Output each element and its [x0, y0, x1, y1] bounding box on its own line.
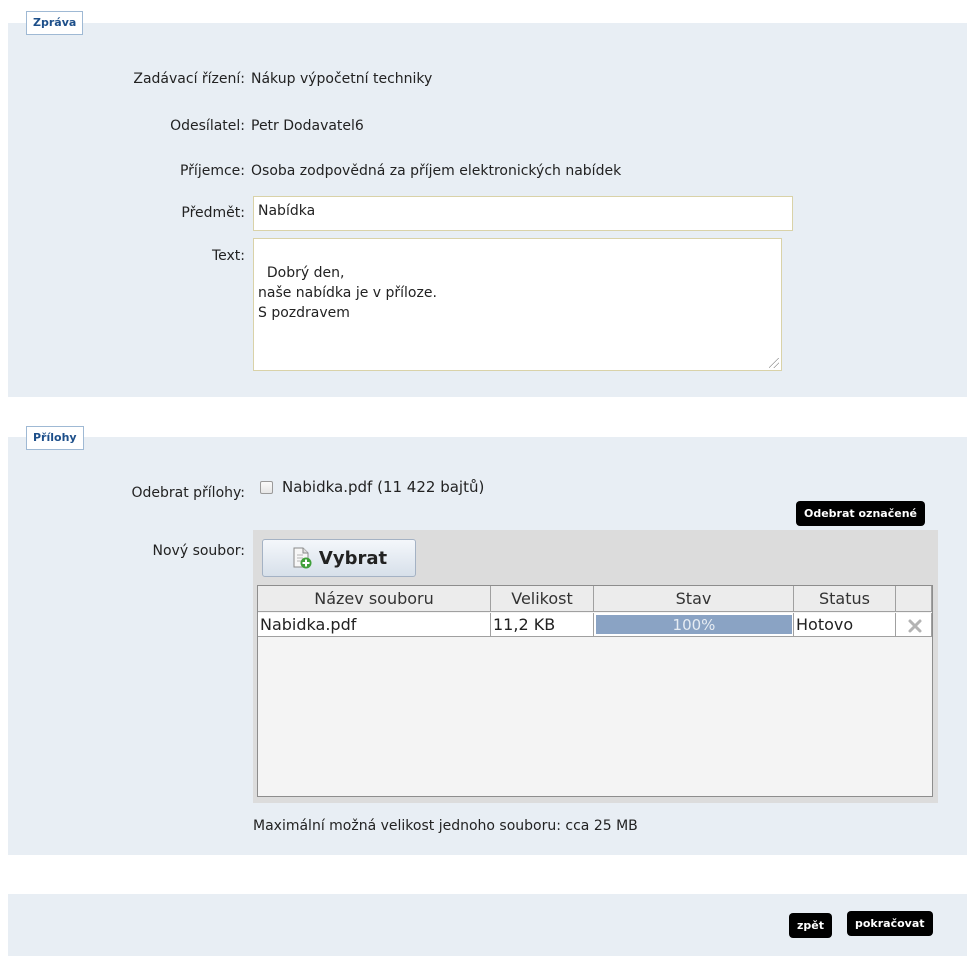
- procedure-value: Nákup výpočetní techniky: [251, 71, 433, 87]
- close-icon[interactable]: [907, 617, 923, 633]
- recipient-value: Osoba zodpovědná za příjem elektronickýc…: [251, 163, 622, 179]
- choose-file-label: Vybrat: [318, 547, 388, 569]
- column-header-status[interactable]: Status: [794, 586, 896, 612]
- sender-label: Odesílatel:: [170, 118, 245, 134]
- column-header-state[interactable]: Stav: [594, 586, 794, 612]
- column-header-actions: [896, 586, 932, 612]
- choose-file-button[interactable]: Vybrat: [262, 539, 416, 577]
- procedure-label: Zadávací řízení:: [133, 71, 245, 87]
- message-textarea[interactable]: Dobrý den, naše nabídka je v příloze. S …: [253, 238, 782, 371]
- new-file-label: Nový soubor:: [152, 543, 245, 559]
- max-size-note: Maximální možná velikost jednoho souboru…: [253, 818, 638, 834]
- file-status-cell: Hotovo: [794, 613, 896, 637]
- recipient-label: Příjemce:: [179, 163, 245, 179]
- message-legend: Zpráva: [26, 11, 84, 35]
- file-progress-cell: 100%: [594, 613, 794, 637]
- file-size-cell: 11,2 KB: [491, 613, 594, 637]
- file-remove-cell: [896, 613, 932, 637]
- remove-selected-button[interactable]: Odebrat označené: [796, 501, 925, 526]
- remove-file-checkbox[interactable]: [260, 481, 273, 494]
- back-button[interactable]: zpět: [789, 913, 832, 938]
- column-header-size[interactable]: Velikost: [491, 586, 594, 612]
- progress-text: 100%: [672, 616, 716, 634]
- remove-attachments-label: Odebrat přílohy:: [131, 485, 245, 501]
- text-label: Text:: [211, 248, 245, 264]
- file-name-cell: Nabidka.pdf: [258, 613, 491, 637]
- message-text: Dobrý den, naše nabídka je v příloze. S …: [258, 265, 437, 321]
- subject-label: Předmět:: [181, 205, 245, 221]
- column-header-name[interactable]: Název souboru: [258, 586, 491, 612]
- existing-file-label[interactable]: Nabidka.pdf (11 422 bajtů): [282, 478, 484, 496]
- attachments-legend: Přílohy: [26, 426, 84, 450]
- subject-input[interactable]: Nabídka: [253, 196, 793, 231]
- file-upload-table: Název souboru Velikost Stav Status Nabid…: [257, 585, 933, 797]
- progress-bar: 100%: [596, 615, 792, 634]
- sender-value: Petr Dodavatel6: [251, 118, 364, 134]
- continue-button[interactable]: pokračovat: [847, 911, 933, 936]
- resize-grip-icon[interactable]: [769, 358, 779, 368]
- file-add-icon: [291, 546, 313, 570]
